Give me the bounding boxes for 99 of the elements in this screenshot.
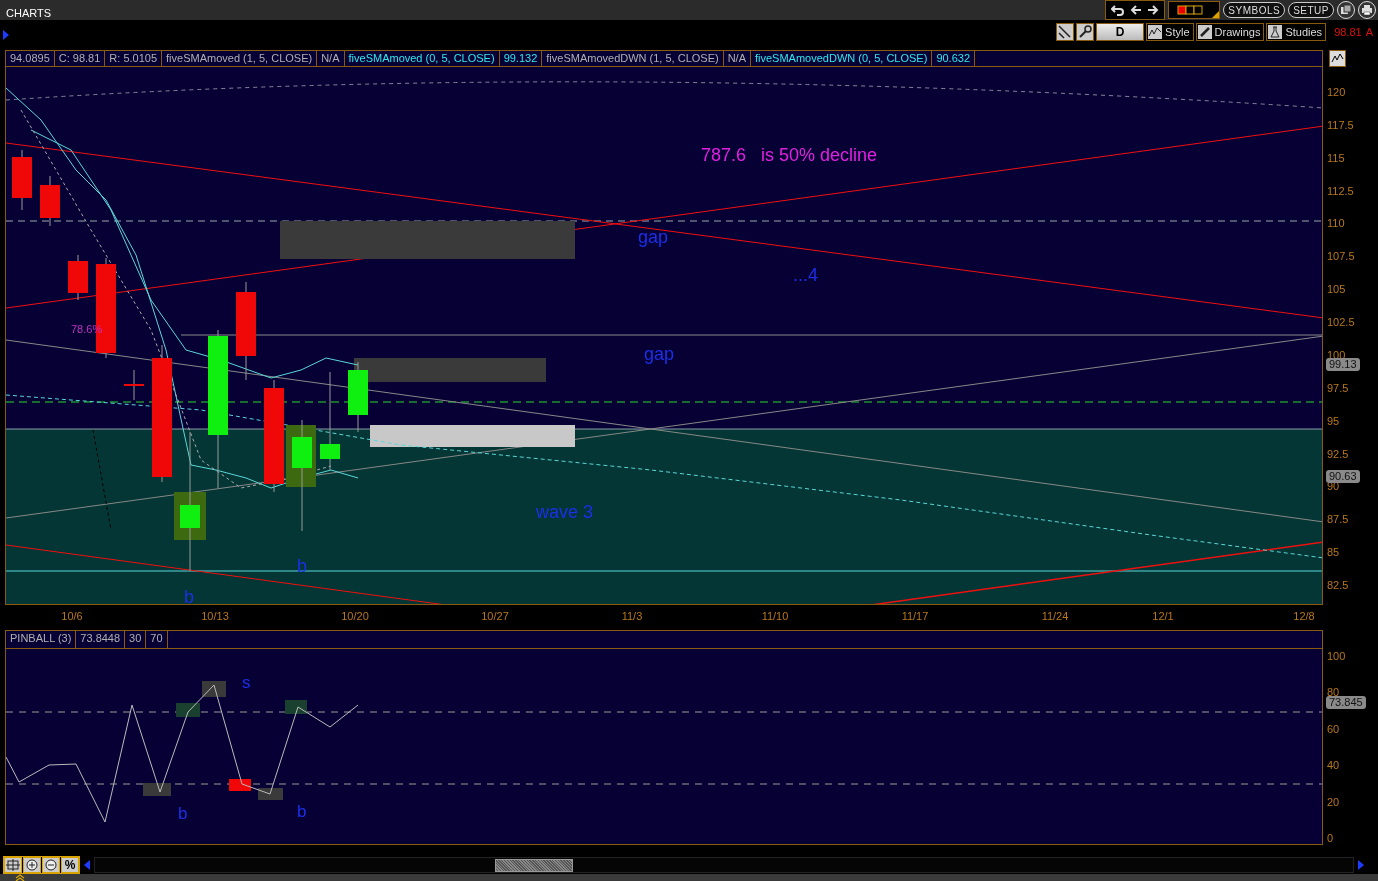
- undo-icon[interactable]: [1111, 3, 1126, 17]
- candlestick: [12, 149, 32, 211]
- chart-annotation: b: [297, 557, 307, 577]
- legend-cell: N/A: [723, 51, 751, 66]
- last-price: 98.81: [1334, 26, 1362, 38]
- axis-label: 120: [1327, 85, 1346, 99]
- axis-label: 82.5: [1327, 578, 1349, 593]
- legend-cell: 94.0895: [6, 51, 55, 66]
- chart-type-icon[interactable]: [1329, 50, 1346, 67]
- legend-cell: 30: [125, 631, 147, 648]
- date-label: 11/10: [760, 610, 790, 622]
- legend-cell: R: 5.0105: [105, 51, 163, 66]
- date-label: 11/17: [900, 610, 930, 622]
- legend-cell: 90.632: [932, 51, 976, 66]
- date-label: 10/20: [340, 610, 370, 622]
- toolbar-button[interactable]: Style: [1146, 23, 1194, 41]
- chart-annotation: wave 3: [536, 503, 594, 523]
- chart-annotation: ...4: [793, 266, 818, 286]
- axis-label: 117.5: [1327, 117, 1354, 132]
- axis-label: 97.5: [1327, 380, 1349, 395]
- axis-label: 102.5: [1327, 315, 1355, 330]
- collapse-chevron-icon[interactable]: [14, 874, 26, 881]
- toolbar-button[interactable]: Studies: [1266, 23, 1327, 41]
- zoom-out-icon[interactable]: [42, 857, 60, 873]
- price-flag-label: A: [1365, 26, 1373, 38]
- legend-cell: N/A: [317, 51, 345, 66]
- signal-marker: [176, 703, 200, 717]
- axis-label: 20: [1327, 794, 1340, 809]
- zoom-in-icon[interactable]: [23, 857, 41, 873]
- legend-cell: 99.132: [499, 51, 543, 66]
- app-title: CHARTS: [5, 6, 52, 19]
- axis-label: 115: [1327, 150, 1345, 165]
- axis-label: 105: [1327, 282, 1346, 297]
- percent-button[interactable]: %: [61, 857, 79, 873]
- legend-cell: fiveSMAmoved (1, 5, CLOSE): [162, 51, 318, 66]
- toolbar-button[interactable]: Drawings: [1195, 23, 1265, 41]
- print-icon[interactable]: [1358, 1, 1376, 19]
- date-label: 11/24: [1040, 610, 1070, 622]
- axis-label: 60: [1327, 721, 1340, 736]
- signal-marker: [229, 779, 251, 791]
- axis-label: 80: [1327, 685, 1340, 699]
- axis-label: 107.5: [1327, 249, 1355, 264]
- value-badge: 73.845: [1326, 696, 1366, 709]
- chart-annotation: b: [184, 588, 194, 604]
- candlestick: [68, 254, 88, 301]
- flask-icon: [1268, 25, 1283, 39]
- axis-label: 87.5: [1327, 512, 1349, 527]
- layout-selector-icon[interactable]: [1168, 1, 1221, 19]
- axis-label: 110: [1327, 216, 1345, 231]
- candlestick: [348, 361, 368, 433]
- signal-marker: [285, 700, 307, 714]
- horizontal-scrollbar[interactable]: [94, 857, 1354, 873]
- price-badge: 90.63: [1326, 470, 1360, 483]
- toolbar-button[interactable]: SYMBOLS: [1223, 2, 1286, 18]
- scroll-right-icon[interactable]: [1358, 860, 1364, 870]
- window-icon[interactable]: [1337, 1, 1355, 19]
- chart-annotation: gap: [638, 228, 669, 248]
- date-label: 11/3: [620, 610, 644, 622]
- chart-annotation: s: [242, 674, 251, 693]
- axis-label: 95: [1327, 413, 1340, 428]
- legend-cell: 70: [146, 631, 168, 648]
- legend-cell: fiveSMAmovedDWN (0, 5, CLOSE): [751, 51, 933, 66]
- crosshair-icon[interactable]: [4, 857, 22, 873]
- chart-annotation: b: [297, 803, 307, 822]
- legend-cell: PINBALL (3): [6, 631, 77, 648]
- forward-arrow-icon[interactable]: [1147, 4, 1160, 16]
- axis-label: 92.5: [1327, 446, 1349, 461]
- chart-annotation: b: [178, 805, 188, 824]
- expand-arrow-icon[interactable]: [3, 30, 9, 40]
- axis-label: 0: [1327, 831, 1334, 845]
- axis-label: 100: [1327, 649, 1346, 663]
- date-label: 10/13: [200, 610, 230, 622]
- scroll-left-icon[interactable]: [84, 860, 90, 870]
- signal-marker: [202, 681, 226, 697]
- axis-label: 85: [1327, 545, 1340, 560]
- candlestick: [124, 369, 144, 401]
- back-arrow-icon[interactable]: [1130, 4, 1143, 16]
- toolbar-button[interactable]: SETUP: [1288, 2, 1334, 18]
- legend-cell: 73.8448: [76, 631, 126, 648]
- scrollbar-thumb[interactable]: [495, 859, 573, 872]
- period-button[interactable]: D: [1096, 23, 1145, 41]
- chart-annotation: gap: [644, 345, 675, 365]
- signal-marker: [143, 783, 171, 796]
- candlestick: [40, 175, 60, 227]
- date-label: 12/8: [1292, 610, 1316, 622]
- pencil-icon: [1197, 25, 1212, 39]
- legend-cell: fiveSMAmoved (0, 5, CLOSE): [344, 51, 500, 66]
- chart-annotation: 787.6 is 50% decline: [701, 146, 878, 166]
- date-label: 12/1: [1151, 610, 1175, 622]
- price-badge: 99.13: [1326, 358, 1360, 371]
- axis-label: 40: [1327, 758, 1340, 773]
- line-chart-icon: [1148, 25, 1163, 39]
- draw-tool-icon[interactable]: [1056, 23, 1075, 41]
- signal-marker: [258, 788, 283, 800]
- legend-cell: C: 98.81: [54, 51, 106, 66]
- legend-cell: fiveSMAmovedDWN (1, 5, CLOSE): [542, 51, 724, 66]
- date-label: 10/6: [60, 610, 84, 622]
- date-label: 10/27: [480, 610, 510, 622]
- axis-label: 112.5: [1327, 183, 1354, 198]
